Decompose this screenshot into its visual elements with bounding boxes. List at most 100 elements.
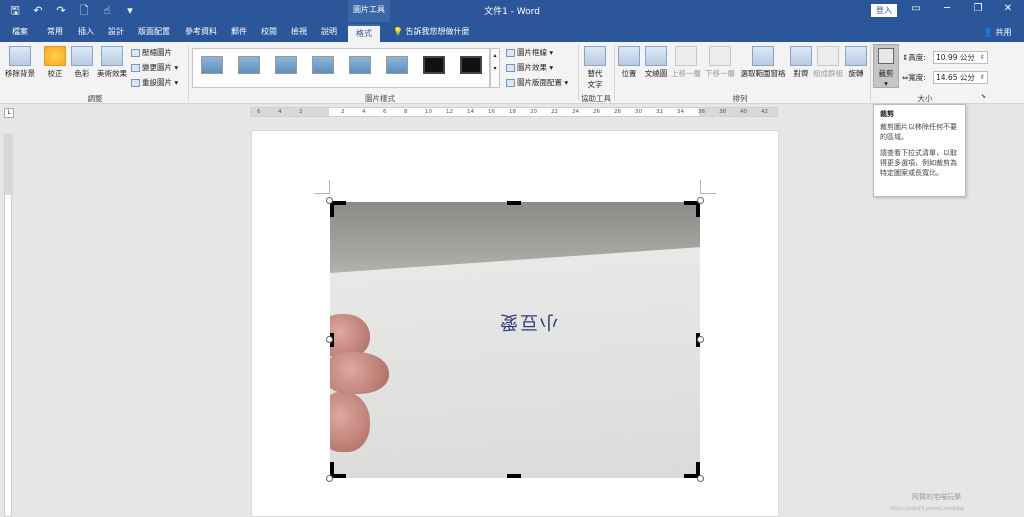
gallery-scroll[interactable]: ▴ ▾ — [490, 48, 500, 88]
style-thumbnail[interactable] — [386, 56, 408, 74]
height-spinner[interactable]: 10.99 公分 ⇳ — [933, 51, 988, 64]
size-dialog-launcher-icon[interactable]: ⬊ — [981, 93, 986, 100]
alt-text-icon — [584, 46, 606, 66]
compress-label: 壓縮圖片 — [142, 48, 172, 57]
spinner-arrows-icon[interactable]: ⇳ — [980, 72, 987, 83]
position-button[interactable]: 位置 — [617, 46, 641, 79]
align-button[interactable]: 對齊 — [790, 46, 812, 79]
style-thumbnail[interactable] — [238, 56, 260, 74]
restore-icon[interactable]: ❐ — [968, 3, 988, 14]
tab-file[interactable]: 檔案 — [12, 25, 28, 39]
resize-handle[interactable] — [697, 197, 704, 204]
crop-button[interactable]: 裁剪 ▾ — [873, 44, 899, 88]
tab-review[interactable]: 校閱 — [261, 25, 277, 39]
ruler-tick-label: 32 — [656, 109, 663, 115]
ruler-tick-label: 8 — [404, 109, 408, 115]
tab-mailings[interactable]: 郵件 — [231, 25, 247, 39]
style-thumbnail[interactable] — [423, 56, 445, 74]
group-separator — [614, 45, 615, 101]
bring-forward-button[interactable]: 上移一層 — [670, 46, 702, 79]
resize-handle[interactable] — [326, 336, 333, 343]
inserted-picture[interactable]: 小豆愛 — [330, 202, 700, 478]
resize-handle[interactable] — [697, 475, 704, 482]
ribbon-display-options-icon[interactable]: ▭ — [906, 3, 926, 14]
close-icon[interactable]: ✕ — [998, 3, 1018, 14]
resize-handle[interactable] — [326, 475, 333, 482]
adjust-group-label: 調整 — [87, 94, 103, 103]
height-value: 10.99 公分 — [936, 53, 975, 62]
color-icon — [71, 46, 93, 66]
sun-icon — [44, 46, 66, 66]
crop-handle-bottom[interactable] — [507, 474, 521, 478]
picture-styles-gallery[interactable] — [192, 48, 490, 88]
vertical-ruler[interactable] — [4, 134, 13, 517]
style-thumbnail[interactable] — [349, 56, 371, 74]
ruler-tick-label: 4 — [362, 109, 366, 115]
horizontal-ruler[interactable]: 6 4 2 2 4 6 8 10 12 14 16 18 20 22 24 26 28 30 32 34 36 38 40 4… — [250, 107, 778, 117]
picture-effects-label: 圖片效果 — [517, 63, 547, 72]
artistic-effects-button[interactable]: 美術效果 — [96, 46, 128, 79]
group-objects-icon — [817, 46, 839, 66]
login-button[interactable]: 登入 — [871, 4, 897, 17]
wrap-text-icon — [645, 46, 667, 66]
tab-layout[interactable]: 版面配置 — [138, 25, 170, 39]
width-value: 14.65 公分 — [936, 73, 975, 82]
style-thumbnail[interactable] — [312, 56, 334, 74]
height-label: ⇕高度: — [902, 52, 926, 63]
ruler-tick-label: 42 — [761, 109, 768, 115]
send-backward-button[interactable]: 下移一層 — [704, 46, 736, 79]
handwriting-text: 小豆愛 — [498, 311, 558, 332]
picture-border-button[interactable]: 圖片框線 ▾ — [506, 47, 553, 58]
rotate-button[interactable]: 旋轉 — [844, 46, 868, 79]
remove-background-button[interactable]: 移除背景 — [3, 46, 37, 79]
change-picture-button[interactable]: 變更圖片 ▾ — [131, 62, 178, 73]
style-thumbnail[interactable] — [201, 56, 223, 74]
tab-design[interactable]: 設計 — [108, 25, 124, 39]
crop-handle-top-left[interactable] — [330, 201, 346, 217]
position-label: 位置 — [621, 69, 637, 78]
align-icon — [790, 46, 812, 66]
tab-format[interactable]: 格式 — [348, 24, 380, 42]
share-button[interactable]: 👤 共用 — [983, 27, 1012, 38]
tab-view[interactable]: 檢視 — [291, 25, 307, 39]
minimize-icon[interactable]: ─ — [937, 3, 957, 14]
color-button[interactable]: 色彩 — [70, 46, 94, 79]
ruler-tick-label: 16 — [488, 109, 495, 115]
picture-layout-button[interactable]: 圖片版面配置 ▾ — [506, 77, 568, 88]
reset-picture-button[interactable]: 重設圖片 ▾ — [131, 77, 178, 88]
margin-corner-mark — [314, 193, 330, 194]
crop-handle-top[interactable] — [507, 201, 521, 205]
tab-help[interactable]: 說明 — [321, 25, 337, 39]
picture-layout-icon — [506, 79, 515, 87]
ruler-tick-label: 20 — [530, 109, 537, 115]
tab-insert[interactable]: 插入 — [78, 25, 94, 39]
ruler-tick-label: 6 — [257, 109, 261, 115]
resize-handle[interactable] — [697, 336, 704, 343]
tab-home[interactable]: 常用 — [47, 25, 63, 39]
tab-references[interactable]: 參考資料 — [185, 25, 217, 39]
width-spinner[interactable]: 14.65 公分 ⇳ — [933, 71, 988, 84]
paper-in-photo — [330, 245, 700, 478]
style-thumbnail[interactable] — [460, 56, 482, 74]
spinner-arrows-icon[interactable]: ⇳ — [980, 52, 987, 63]
wrap-text-button[interactable]: 文繞圖 — [643, 46, 669, 79]
resize-handle[interactable] — [326, 197, 333, 204]
corrections-button[interactable]: 校正 — [42, 46, 68, 79]
ruler-tick-label: 2 — [299, 109, 303, 115]
style-thumbnail[interactable] — [275, 56, 297, 74]
tell-me-label: 告訴我您想做什麼 — [405, 27, 470, 36]
crop-tooltip: 裁剪 裁剪圖片以移除任何不要的區域。 請查看下拉式清單，以取得更多選項，例如裁剪… — [873, 104, 966, 197]
compress-pictures-button[interactable]: 壓縮圖片 — [131, 47, 172, 58]
alt-text-button[interactable]: 替代 文字 — [582, 46, 608, 90]
selection-pane-label: 選取範圍窗格 — [740, 69, 786, 78]
selection-pane-button[interactable]: 選取範圍窗格 — [737, 46, 789, 79]
remove-background-label: 移除背景 — [5, 69, 35, 78]
artistic-effects-icon — [101, 46, 123, 66]
tell-me-search[interactable]: 💡 告訴我您想做什麼 — [393, 26, 470, 37]
group-objects-button[interactable]: 組成群組 — [813, 46, 843, 79]
tab-selector[interactable]: L — [4, 108, 14, 118]
picture-effects-button[interactable]: 圖片效果 ▾ — [506, 62, 553, 73]
reset-picture-icon — [131, 79, 140, 87]
ruler-tick-label: 38 — [719, 109, 726, 115]
picture-layout-label: 圖片版面配置 — [517, 78, 562, 87]
